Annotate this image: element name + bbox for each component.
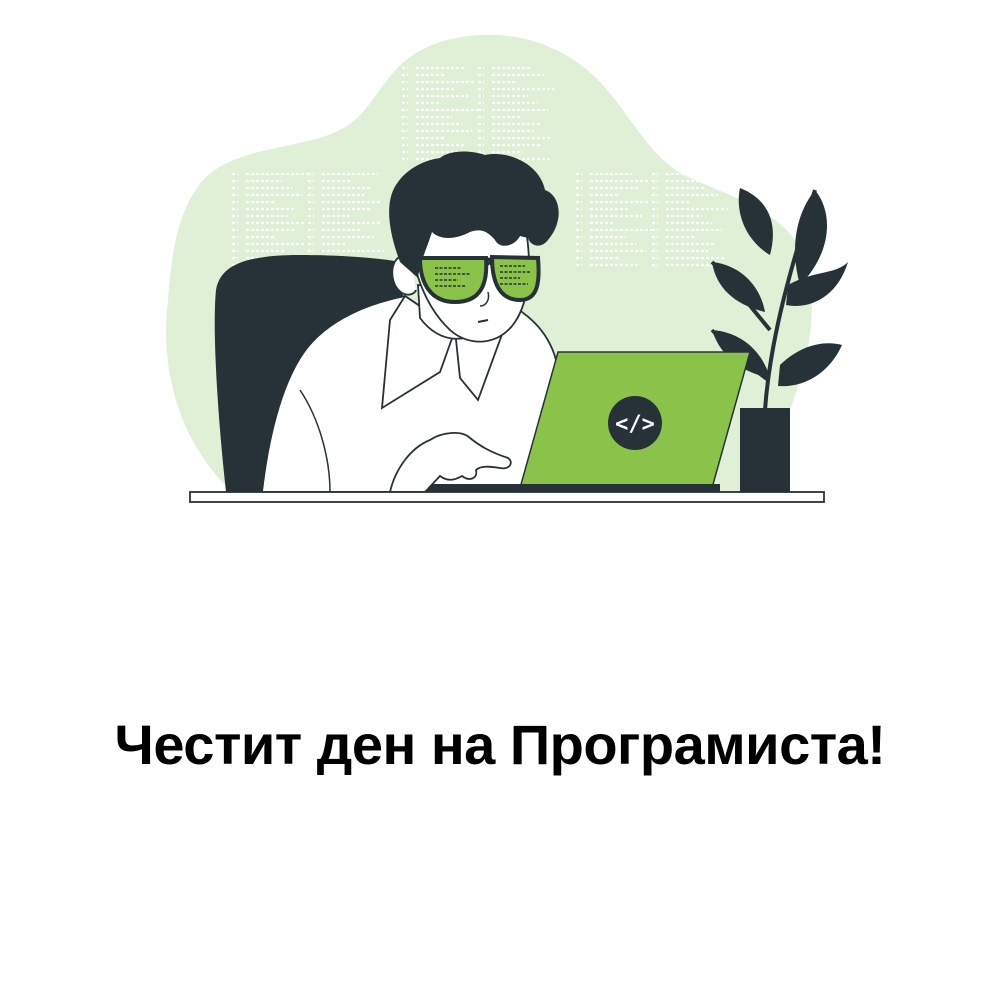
code-symbol: </> (615, 412, 655, 437)
programmer-illustration: </> (166, 34, 848, 503)
sunglasses-icon (415, 254, 541, 305)
desk (189, 491, 825, 503)
greeting-title: Честит ден на Програмиста! (114, 713, 886, 776)
